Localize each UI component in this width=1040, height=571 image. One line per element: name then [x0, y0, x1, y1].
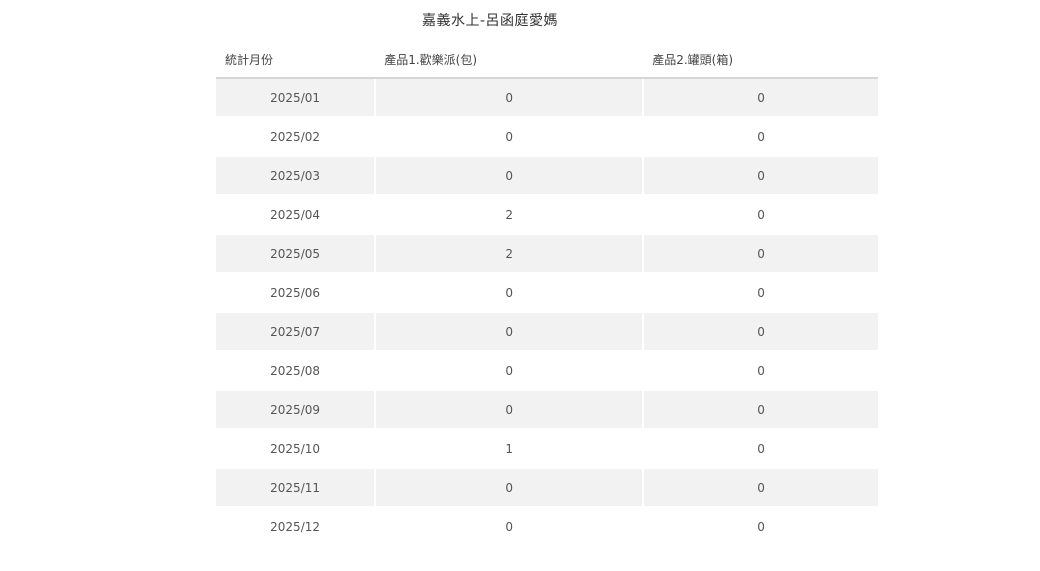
table-row: 2025/02 0 0: [216, 118, 878, 157]
cell-product2: 0: [642, 469, 878, 508]
cell-month: 2025/08: [216, 352, 375, 391]
table-row: 2025/04 2 0: [216, 196, 878, 235]
cell-product2: 0: [642, 118, 878, 157]
column-header-month: 統計月份: [216, 41, 375, 79]
cell-month: 2025/01: [216, 79, 375, 118]
page: 嘉義水上-呂函庭愛媽 統計月份 產品1.歡樂派(包) 產品2.罐頭(箱) 202…: [0, 0, 1040, 571]
cell-product2: 0: [642, 313, 878, 352]
table-row: 2025/08 0 0: [216, 352, 878, 391]
column-header-product1: 產品1.歡樂派(包): [374, 41, 643, 79]
cell-product1: 0: [374, 508, 643, 547]
cell-product1: 1: [374, 430, 643, 469]
cell-month: 2025/07: [216, 313, 375, 352]
cell-product2: 0: [642, 196, 878, 235]
cell-product2: 0: [642, 157, 878, 196]
cell-product1: 2: [374, 235, 643, 274]
cell-month: 2025/10: [216, 430, 375, 469]
page-title: 嘉義水上-呂函庭愛媽: [421, 13, 559, 29]
cell-product1: 0: [374, 157, 643, 196]
cell-product1: 0: [374, 79, 643, 118]
cell-month: 2025/06: [216, 274, 375, 313]
cell-product2: 0: [642, 352, 878, 391]
table-row: 2025/09 0 0: [216, 391, 878, 430]
cell-product1: 0: [374, 352, 643, 391]
cell-month: 2025/09: [216, 391, 375, 430]
cell-product1: 0: [374, 118, 643, 157]
cell-product1: 2: [374, 196, 643, 235]
cell-month: 2025/12: [216, 508, 375, 547]
cell-month: 2025/02: [216, 118, 375, 157]
table-row: 2025/05 2 0: [216, 235, 878, 274]
cell-product1: 0: [374, 391, 643, 430]
cell-month: 2025/05: [216, 235, 375, 274]
cell-product2: 0: [642, 274, 878, 313]
table-row: 2025/11 0 0: [216, 469, 878, 508]
column-header-product2: 產品2.罐頭(箱): [642, 41, 878, 79]
cell-product1: 0: [374, 274, 643, 313]
cell-month: 2025/03: [216, 157, 375, 196]
table-row: 2025/06 0 0: [216, 274, 878, 313]
table-row: 2025/07 0 0: [216, 313, 878, 352]
cell-product2: 0: [642, 235, 878, 274]
cell-product1: 0: [374, 313, 643, 352]
stats-table: 統計月份 產品1.歡樂派(包) 產品2.罐頭(箱) 2025/01 0 0 20…: [216, 41, 878, 547]
cell-product1: 0: [374, 469, 643, 508]
cell-product2: 0: [642, 391, 878, 430]
table-row: 2025/01 0 0: [216, 79, 878, 118]
cell-month: 2025/11: [216, 469, 375, 508]
table-row: 2025/10 1 0: [216, 430, 878, 469]
table-body: 2025/01 0 0 2025/02 0 0 2025/03 0 0 2025…: [216, 79, 878, 547]
cell-product2: 0: [642, 430, 878, 469]
cell-month: 2025/04: [216, 196, 375, 235]
table-row: 2025/12 0 0: [216, 508, 878, 547]
table-header-row: 統計月份 產品1.歡樂派(包) 產品2.罐頭(箱): [216, 41, 878, 79]
cell-product2: 0: [642, 508, 878, 547]
table-row: 2025/03 0 0: [216, 157, 878, 196]
cell-product2: 0: [642, 79, 878, 118]
